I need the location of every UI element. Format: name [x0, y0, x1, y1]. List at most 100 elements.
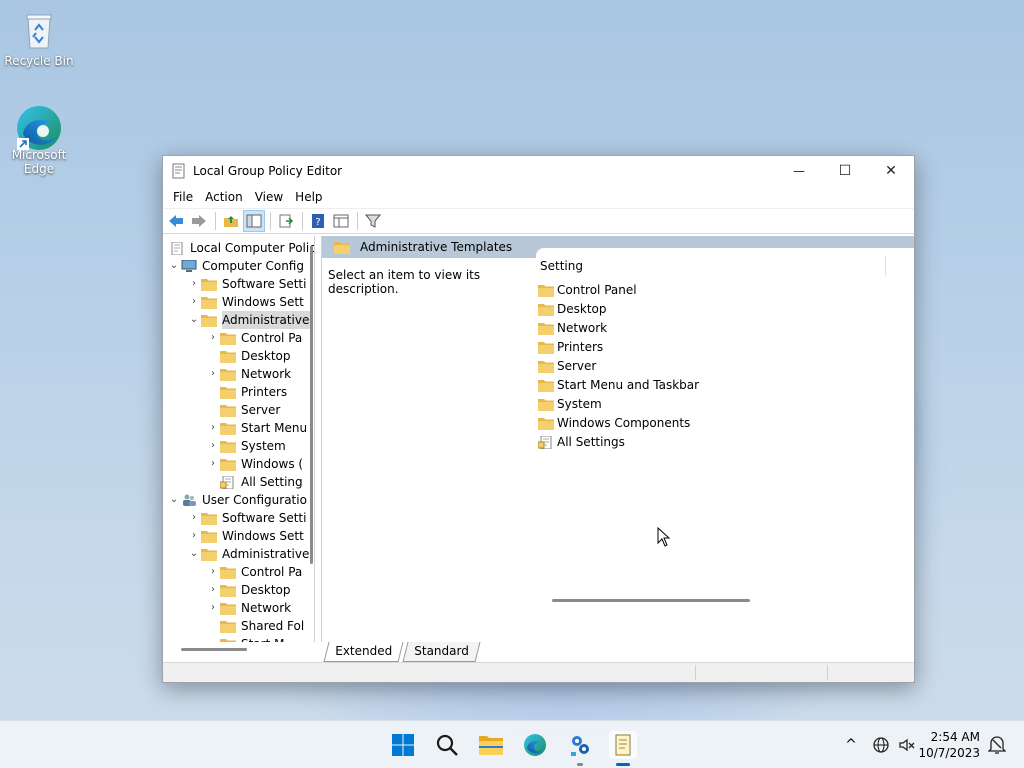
- edge-taskbar-button[interactable]: [521, 731, 549, 759]
- chevron-right-icon[interactable]: ›: [206, 365, 220, 383]
- tree-item[interactable]: › Software Setti: [187, 509, 306, 527]
- clock[interactable]: 2:54 AM 10/7/2023: [918, 729, 980, 761]
- chevron-right-icon[interactable]: ›: [206, 419, 220, 437]
- start-button[interactable]: [389, 731, 417, 759]
- chevron-down-icon[interactable]: ⌄: [187, 311, 201, 329]
- tree-item-label: Local Computer Polic: [190, 241, 315, 255]
- control-panel-taskbar-button[interactable]: [566, 731, 594, 759]
- chevron-right-icon[interactable]: ›: [206, 455, 220, 473]
- tree-item[interactable]: Start M: [206, 635, 284, 642]
- list-item[interactable]: Network: [538, 319, 607, 338]
- maximize-button[interactable]: ☐: [822, 156, 868, 186]
- export-list-button[interactable]: [275, 210, 297, 232]
- folder-icon: [538, 342, 554, 354]
- network-globe-icon[interactable]: [872, 736, 890, 754]
- tree-vertical-scrollbar[interactable]: [310, 246, 313, 564]
- list-item[interactable]: All Settings: [538, 433, 625, 452]
- folder-icon: [201, 314, 217, 327]
- tree-item[interactable]: › System: [206, 437, 286, 455]
- show-hide-tree-button[interactable]: [243, 210, 265, 232]
- tree-item[interactable]: › Windows Sett: [187, 527, 304, 545]
- list-item[interactable]: Printers: [538, 338, 603, 357]
- column-header-setting[interactable]: Setting: [540, 256, 886, 276]
- list-horizontal-scrollbar[interactable]: [552, 599, 750, 602]
- show-hidden-icons-button[interactable]: ^: [842, 737, 860, 753]
- list-item[interactable]: Start Menu and Taskbar: [538, 376, 699, 395]
- chevron-right-icon[interactable]: ›: [206, 599, 220, 617]
- tree-item-label: Software Setti: [222, 511, 307, 525]
- tree-pane[interactable]: Local Computer Polic ⌄ Computer Config › Sof…: [163, 236, 315, 642]
- tree-item[interactable]: › Control Pa: [206, 329, 302, 347]
- list-item-label: Windows Components: [557, 416, 691, 430]
- chevron-down-icon[interactable]: ⌄: [167, 491, 181, 509]
- up-folder-button[interactable]: [220, 210, 242, 232]
- list-item[interactable]: Windows Components: [538, 414, 690, 433]
- close-button[interactable]: ✕: [868, 156, 914, 186]
- tree-item-label: Administrative: [222, 547, 310, 561]
- tree-item[interactable]: Server: [206, 401, 280, 419]
- properties-button[interactable]: [330, 210, 352, 232]
- tree-item[interactable]: › Start Menu: [206, 419, 307, 437]
- chevron-right-icon[interactable]: ›: [187, 527, 201, 545]
- folder-icon: [220, 602, 236, 615]
- desktop-icon-edge[interactable]: Microsoft Edge: [1, 104, 77, 176]
- chevron-down-icon[interactable]: ⌄: [167, 257, 181, 275]
- forward-button[interactable]: [188, 210, 210, 232]
- notification-icon[interactable]: [988, 735, 1006, 755]
- tree-item[interactable]: › Desktop: [206, 581, 291, 599]
- chevron-right-icon[interactable]: ›: [206, 581, 220, 599]
- chevron-right-icon[interactable]: ›: [187, 293, 201, 311]
- help-button[interactable]: ?: [307, 210, 329, 232]
- menu-view[interactable]: View: [249, 190, 289, 204]
- chevron-right-icon[interactable]: ›: [187, 509, 201, 527]
- tree-item[interactable]: › Software Setti: [187, 275, 306, 293]
- tree-horizontal-scrollbar[interactable]: [181, 648, 247, 651]
- list-item[interactable]: Server: [538, 357, 596, 376]
- back-button[interactable]: [165, 210, 187, 232]
- tab-standard[interactable]: Standard: [402, 642, 481, 662]
- filter-button[interactable]: [362, 210, 384, 232]
- desktop-icon-recycle-bin[interactable]: Recycle Bin: [1, 10, 77, 68]
- computer-policy-icon: [171, 241, 183, 255]
- tree-item[interactable]: ⌄ Computer Config: [167, 257, 304, 275]
- folder-icon: [538, 323, 554, 335]
- policy-editor-taskbar-button[interactable]: [609, 731, 637, 759]
- chevron-right-icon[interactable]: ›: [206, 563, 220, 581]
- tree-item[interactable]: › Windows (: [206, 455, 303, 473]
- chevron-right-icon[interactable]: ›: [206, 329, 220, 347]
- folder-icon: [201, 548, 217, 561]
- menu-file[interactable]: File: [167, 190, 199, 204]
- minimize-button[interactable]: —: [776, 156, 822, 186]
- tree-item[interactable]: Local Computer Polic: [169, 239, 315, 257]
- tree-item[interactable]: ⌄ Administrative: [187, 545, 310, 563]
- tab-extended[interactable]: Extended: [323, 642, 404, 662]
- tree-item[interactable]: ⌄ Administrative: [187, 311, 314, 329]
- status-divider: [827, 665, 828, 680]
- volume-muted-icon[interactable]: [898, 736, 916, 754]
- search-button[interactable]: [433, 731, 461, 759]
- tree-item-label: Printers: [241, 385, 288, 399]
- tree-item[interactable]: All Setting: [206, 473, 303, 491]
- list-item-label: Start Menu and Taskbar: [557, 378, 700, 392]
- title-bar[interactable]: Local Group Policy Editor — ☐ ✕: [163, 156, 914, 186]
- chevron-down-icon[interactable]: ⌄: [187, 545, 201, 563]
- tree-item[interactable]: › Control Pa: [206, 563, 302, 581]
- list-item[interactable]: System: [538, 395, 602, 414]
- file-explorer-button[interactable]: [477, 731, 505, 759]
- chevron-right-icon[interactable]: ›: [187, 275, 201, 293]
- tree-item[interactable]: Desktop: [206, 347, 291, 365]
- list-item[interactable]: Control Panel: [538, 281, 637, 300]
- tree-item[interactable]: ⌄ User Configuratio: [167, 491, 307, 509]
- recycle-bin-label: Recycle Bin: [4, 54, 74, 68]
- tree-item[interactable]: › Windows Sett: [187, 293, 304, 311]
- menu-action[interactable]: Action: [199, 190, 249, 204]
- settings-list[interactable]: Setting Control Panel Desktop Network Print…: [536, 248, 914, 616]
- chevron-right-icon[interactable]: ›: [206, 437, 220, 455]
- menu-help[interactable]: Help: [289, 190, 328, 204]
- tree-item[interactable]: Shared Fol: [206, 617, 304, 635]
- export-list-icon: [279, 214, 294, 228]
- list-item[interactable]: Desktop: [538, 300, 607, 319]
- tree-item[interactable]: › Network: [206, 365, 291, 383]
- tree-item[interactable]: Printers: [206, 383, 287, 401]
- tree-item[interactable]: › Network: [206, 599, 291, 617]
